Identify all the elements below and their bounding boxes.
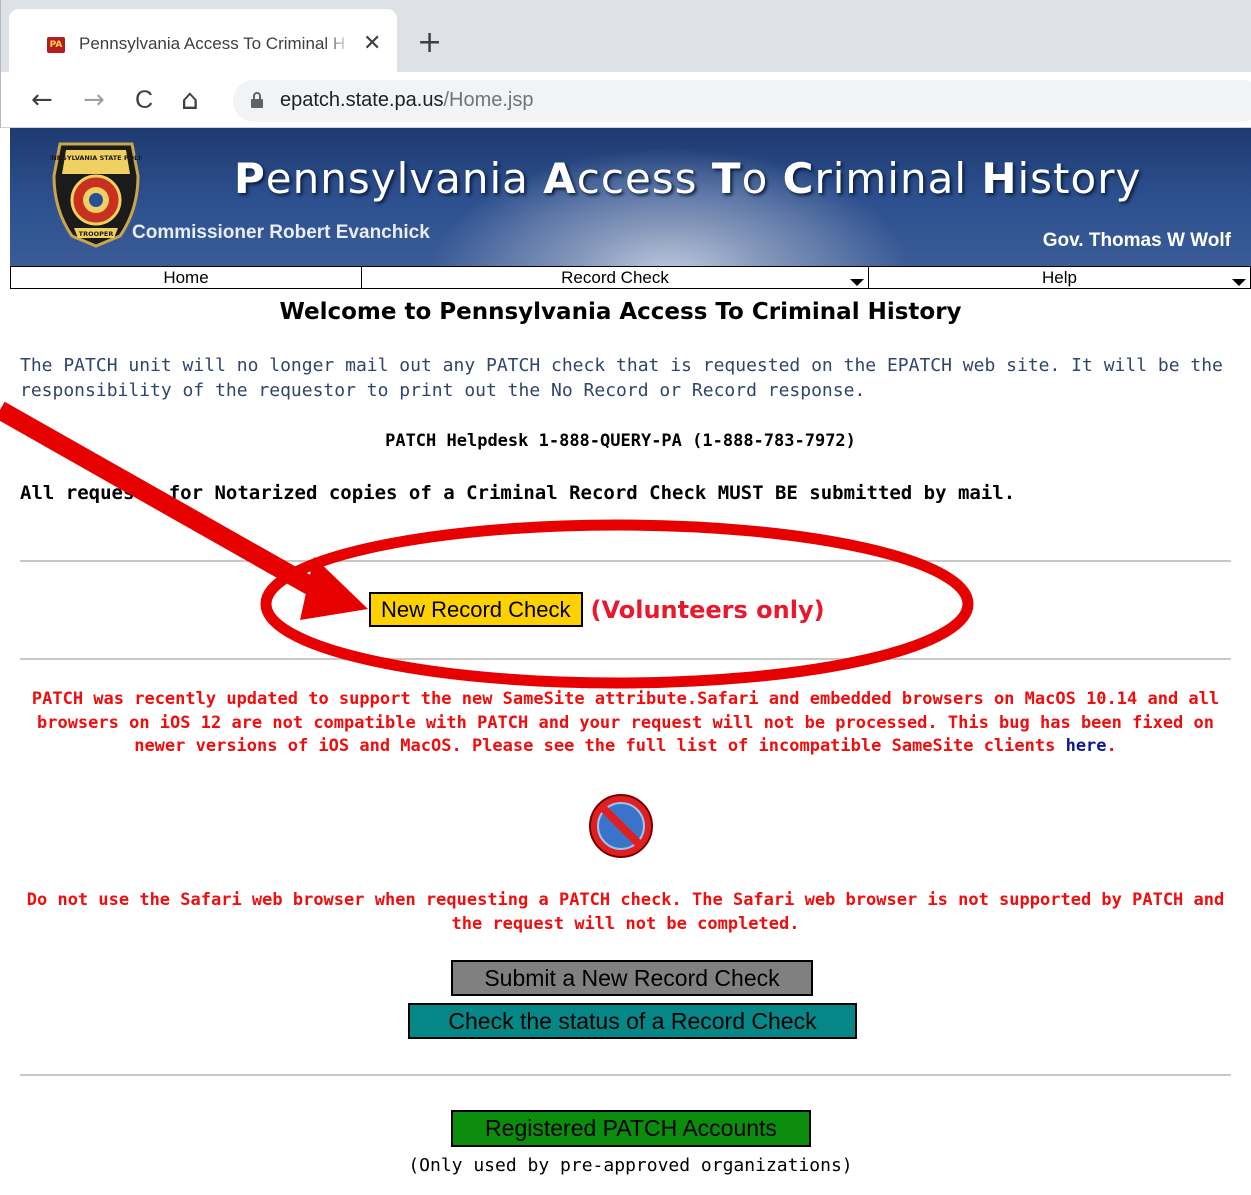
new-record-check-button[interactable]: New Record Check — [369, 592, 583, 627]
volunteer-row: New Record Check (Volunteers only) — [369, 592, 825, 628]
browser-toolbar: ← → C ⌂ epatch.state.pa.us/Home.jsp — [1, 72, 1251, 128]
dropdown-arrow-icon — [850, 279, 864, 286]
tab-title: Pennsylvania Access To Criminal History — [79, 34, 345, 53]
nav-item-help[interactable]: Help — [869, 267, 1250, 288]
governor-name: Gov. Thomas W Wolf — [1042, 230, 1231, 251]
submit-new-record-check-button[interactable]: Submit a New Record Check — [451, 960, 813, 996]
notarized-notice: All requests for Notarized copies of a C… — [20, 482, 1016, 504]
state-police-badge-icon: PENNSYLVANIA STATE POLICE TROOPER — [50, 142, 142, 248]
home-icon[interactable]: ⌂ — [181, 86, 199, 114]
main-content: Welcome to Pennsylvania Access To Crimin… — [10, 289, 1251, 1195]
safari-warning: Do not use the Safari web browser when r… — [26, 890, 1225, 934]
tab-title-fade — [325, 29, 351, 59]
divider — [20, 1074, 1231, 1076]
reload-icon[interactable]: C — [135, 86, 153, 114]
url-text[interactable]: epatch.state.pa.us/Home.jsp — [280, 89, 533, 112]
badge-top-text: PENNSYLVANIA STATE POLICE — [50, 154, 142, 162]
nav-item-home[interactable]: Home — [11, 267, 362, 288]
browser-chrome: PA Pennsylvania Access To Criminal Histo… — [0, 0, 1251, 128]
commissioner-name: Commissioner Robert Evanchick — [132, 222, 430, 243]
page-title: Welcome to Pennsylvania Access To Crimin… — [279, 299, 962, 325]
divider — [20, 560, 1231, 562]
nav-item-record-check[interactable]: Record Check — [362, 267, 869, 288]
lock-icon[interactable] — [251, 92, 263, 108]
main-nav: Home Record Check Help — [10, 266, 1251, 289]
samesite-warning: PATCH was recently updated to support th… — [31, 689, 1220, 756]
new-tab-icon[interactable]: + — [417, 28, 442, 58]
check-status-button[interactable]: Check the status of a Record Check — [408, 1003, 857, 1039]
no-safari-icon — [589, 794, 653, 858]
forward-arrow-icon[interactable]: → — [83, 86, 105, 114]
divider — [20, 658, 1231, 660]
nav-item-label: Record Check — [561, 268, 669, 287]
nav-item-label: Home — [163, 268, 209, 287]
nav-item-label: Help — [1042, 268, 1077, 287]
samesite-clients-link[interactable]: here — [1066, 736, 1107, 756]
url-domain: epatch.state.pa.us — [280, 89, 444, 111]
back-arrow-icon[interactable]: ← — [31, 86, 53, 114]
registered-accounts-button[interactable]: Registered PATCH Accounts — [451, 1110, 811, 1147]
volunteers-only-label: (Volunteers only) — [590, 595, 825, 624]
tab-favicon-icon: PA — [47, 37, 65, 53]
badge-bottom-text: TROOPER — [79, 230, 114, 238]
dropdown-arrow-icon — [1232, 279, 1246, 286]
helpdesk-phone: PATCH Helpdesk 1-888-QUERY-PA (1-888-783… — [385, 431, 856, 451]
browser-tab[interactable]: PA Pennsylvania Access To Criminal Histo… — [9, 9, 397, 72]
site-title: Pennsylvania Access To Criminal History — [234, 154, 1142, 203]
address-bar[interactable]: epatch.state.pa.us/Home.jsp — [233, 80, 1251, 122]
url-path: /Home.jsp — [443, 89, 534, 111]
site-header: PENNSYLVANIA STATE POLICE TROOPER Pennsy… — [10, 128, 1251, 266]
pre-approved-note: (Only used by pre-approved organizations… — [408, 1155, 853, 1176]
mail-notice: The PATCH unit will no longer mail out a… — [20, 355, 1223, 401]
close-icon[interactable]: ✕ — [363, 32, 381, 56]
